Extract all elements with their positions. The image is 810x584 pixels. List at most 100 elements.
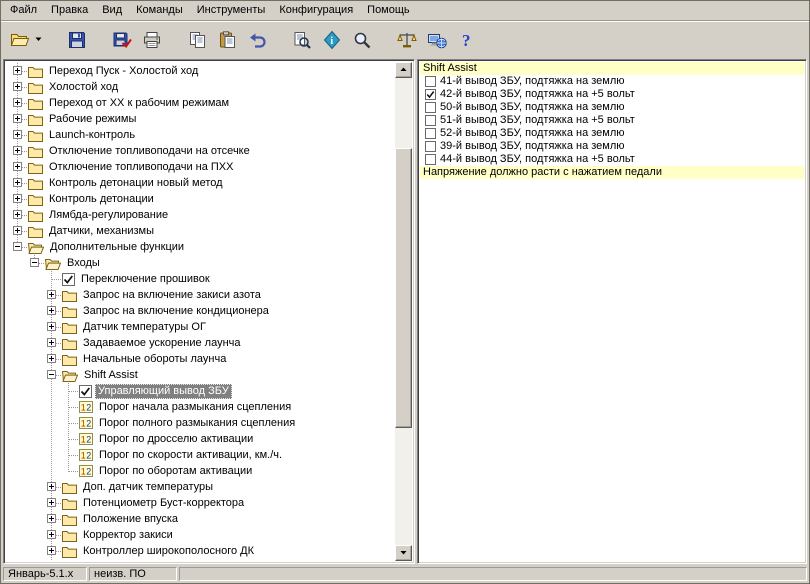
- tree-item-label[interactable]: Переход Пуск - Холостой ход: [46, 64, 201, 79]
- tree-item[interactable]: Потенциометр Буст-корректора: [10, 495, 395, 511]
- checkbox-empty-icon[interactable]: [425, 76, 436, 87]
- checkbox-empty-icon[interactable]: [425, 102, 436, 113]
- expand-icon[interactable]: [47, 498, 56, 507]
- scrollbar-track[interactable]: [395, 78, 412, 545]
- tree-item-label[interactable]: Задаваемое ускорение лаунча: [80, 336, 244, 351]
- tree-item-label[interactable]: Shift Assist: [81, 368, 141, 383]
- tree-item-label[interactable]: Отключение топливоподачи на отсечке: [46, 144, 253, 159]
- print-button[interactable]: [138, 26, 165, 53]
- menu-instruments[interactable]: Инструменты: [190, 2, 273, 19]
- search-button[interactable]: [348, 26, 375, 53]
- tree-item-label[interactable]: Launch-контроль: [46, 128, 138, 143]
- tree-item-label[interactable]: Контроль детонации: [46, 192, 157, 207]
- expand-icon[interactable]: [47, 530, 56, 539]
- tree-scrollbar[interactable]: [395, 62, 412, 561]
- collapse-icon[interactable]: [47, 370, 56, 379]
- tree-item-label[interactable]: Начальные обороты лаунча: [80, 352, 229, 367]
- expand-icon[interactable]: [47, 306, 56, 315]
- menu-configuration[interactable]: Конфигурация: [272, 2, 360, 19]
- tree-item[interactable]: Положение впуска: [10, 511, 395, 527]
- checkbox-checked-icon[interactable]: [425, 89, 436, 100]
- tree-item[interactable]: Задаваемое ускорение лаунча: [10, 335, 395, 351]
- tree-item[interactable]: 1 2 Порог по скорости активации, км./ч.: [10, 447, 395, 463]
- preview-button[interactable]: [288, 26, 315, 53]
- expand-icon[interactable]: [47, 354, 56, 363]
- tools-button[interactable]: [393, 26, 420, 53]
- tree-item-label-selected[interactable]: Управляющий вывод ЗБУ: [95, 383, 232, 399]
- output-option-row[interactable]: 42-й вывод ЗБУ, подтяжка на +5 вольт: [420, 88, 804, 101]
- tree-item[interactable]: Запрос на включение кондиционера: [10, 303, 395, 319]
- tree-item[interactable]: Переключение прошивок: [10, 271, 395, 287]
- tree-item[interactable]: Входы: [10, 255, 395, 271]
- menu-view[interactable]: Вид: [95, 2, 129, 19]
- tree-item-label[interactable]: Контроллер широкополосного ДК: [80, 544, 257, 559]
- checkbox-empty-icon[interactable]: [425, 115, 436, 126]
- open-dropdown-button[interactable]: [32, 26, 45, 53]
- paste-button[interactable]: [213, 26, 240, 53]
- copy-button[interactable]: [183, 26, 210, 53]
- tree-item-label[interactable]: Корректор закиси: [80, 528, 176, 543]
- tree-item-label[interactable]: Отключение топливоподачи на ПХХ: [46, 160, 236, 175]
- network-button[interactable]: [423, 26, 450, 53]
- expand-icon[interactable]: [13, 114, 22, 123]
- expand-icon[interactable]: [13, 194, 22, 203]
- tree-item[interactable]: 1 2 Порог по оборотам активации: [10, 463, 395, 479]
- tree-item-label[interactable]: Порог по дросселю активации: [96, 432, 256, 447]
- expand-icon[interactable]: [13, 66, 22, 75]
- save-button[interactable]: [63, 26, 90, 53]
- expand-icon[interactable]: [47, 322, 56, 331]
- undo-button[interactable]: [243, 26, 270, 53]
- output-option-row[interactable]: 44-й вывод ЗБУ, подтяжка на +5 вольт: [420, 153, 804, 166]
- tree-item-label[interactable]: Датчик температуры ОГ: [80, 320, 209, 335]
- tree-item-label[interactable]: Запрос на включение закиси азота: [80, 288, 264, 303]
- tree-item-label[interactable]: Дополнительные функции: [47, 240, 187, 255]
- tree-item[interactable]: Запрос на включение закиси азота: [10, 287, 395, 303]
- tree-item-label[interactable]: Запрос на включение кондиционера: [80, 304, 272, 319]
- tree-item[interactable]: Управляющий вывод ЗБУ: [10, 383, 395, 399]
- tree-item[interactable]: 1 2 Порог начала размыкания сцепления: [10, 399, 395, 415]
- tree-item[interactable]: Контроллер широкополосного ДК: [10, 543, 395, 559]
- expand-icon[interactable]: [13, 210, 22, 219]
- checkbox-empty-icon[interactable]: [425, 141, 436, 152]
- expand-icon[interactable]: [13, 178, 22, 187]
- tree-item[interactable]: Холостой ход: [10, 79, 395, 95]
- tree-item[interactable]: Shift Assist: [10, 367, 395, 383]
- tree-item[interactable]: Лямбда-регулирование: [10, 207, 395, 223]
- tree-item-label[interactable]: Входы: [64, 256, 103, 271]
- tree-item-label[interactable]: Рабочие режимы: [46, 112, 139, 127]
- tree-item-label[interactable]: Порог начала размыкания сцепления: [96, 400, 294, 415]
- output-option-row[interactable]: 39-й вывод ЗБУ, подтяжка на землю: [420, 140, 804, 153]
- output-option-row[interactable]: 41-й вывод ЗБУ, подтяжка на землю: [420, 75, 804, 88]
- tree-item[interactable]: Контроль детонации: [10, 191, 395, 207]
- tree-item-label[interactable]: Переход от ХХ к рабочим режимам: [46, 96, 232, 111]
- expand-icon[interactable]: [13, 162, 22, 171]
- expand-icon[interactable]: [13, 82, 22, 91]
- tree-item-label[interactable]: Порог по оборотам активации: [96, 464, 255, 479]
- scrollbar-thumb[interactable]: [395, 148, 412, 429]
- expand-icon[interactable]: [47, 290, 56, 299]
- tree-item[interactable]: Контроль детонации новый метод: [10, 175, 395, 191]
- tree-item[interactable]: Отключение топливоподачи на отсечке: [10, 143, 395, 159]
- tree-item-label[interactable]: Положение впуска: [80, 512, 181, 527]
- expand-icon[interactable]: [47, 546, 56, 555]
- expand-icon[interactable]: [13, 130, 22, 139]
- collapse-icon[interactable]: [13, 242, 22, 251]
- tree-item[interactable]: Датчик температуры ОГ: [10, 319, 395, 335]
- tree-item-label[interactable]: Переключение прошивок: [78, 272, 213, 287]
- help-button[interactable]: ?: [453, 26, 480, 53]
- expand-icon[interactable]: [13, 98, 22, 107]
- tree-item[interactable]: Рабочие режимы: [10, 111, 395, 127]
- collapse-icon[interactable]: [30, 258, 39, 267]
- info-button[interactable]: i: [318, 26, 345, 53]
- tree-item[interactable]: Launch-контроль: [10, 127, 395, 143]
- menu-help[interactable]: Помощь: [360, 2, 417, 19]
- tree-item-label[interactable]: Порог полного размыкания сцепления: [96, 416, 298, 431]
- menu-commands[interactable]: Команды: [129, 2, 190, 19]
- tree-item[interactable]: 1 2 Порог по дросселю активации: [10, 431, 395, 447]
- tree-item[interactable]: Переход Пуск - Холостой ход: [10, 63, 395, 79]
- expand-icon[interactable]: [47, 514, 56, 523]
- tree-item[interactable]: Начальные обороты лаунча: [10, 351, 395, 367]
- expand-icon[interactable]: [47, 482, 56, 491]
- tree-item-label[interactable]: Доп. датчик температуры: [80, 480, 216, 495]
- tree-item[interactable]: Отключение топливоподачи на ПХХ: [10, 159, 395, 175]
